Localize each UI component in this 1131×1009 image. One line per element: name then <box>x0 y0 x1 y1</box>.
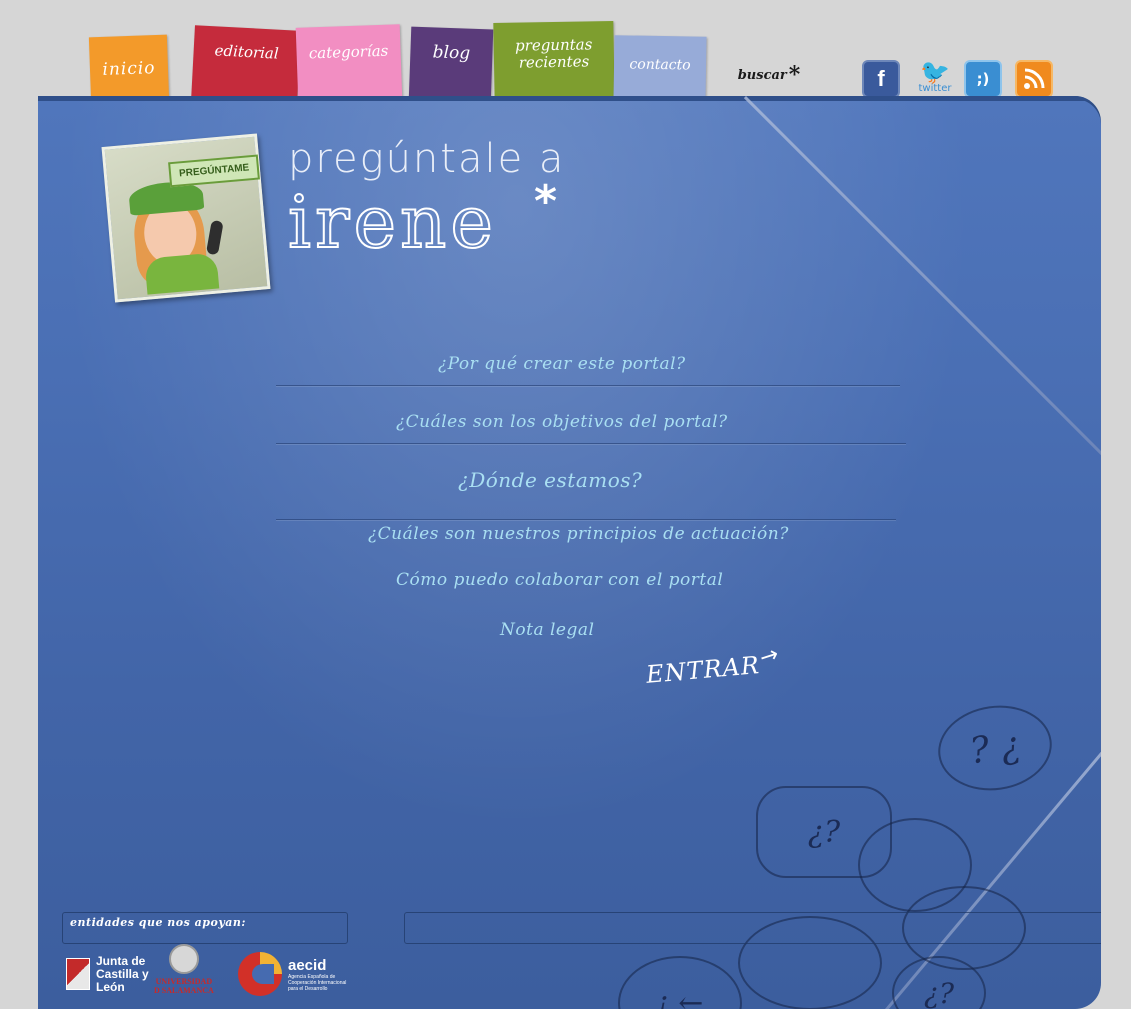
tab-blog-label: blog <box>432 42 471 64</box>
tab-editorial-label: editorial <box>214 41 280 63</box>
divider <box>276 443 906 444</box>
elastic-band-top <box>743 96 1101 480</box>
twitter-label: twitter <box>918 82 952 94</box>
tab-editorial[interactable]: editorial <box>191 25 301 105</box>
twitter-icon[interactable]: 🐦 twitter <box>912 60 958 94</box>
logo-name: irene <box>287 179 498 265</box>
smiley-icon[interactable]: ;) <box>964 60 1002 98</box>
bird-icon: 🐦 <box>920 57 950 86</box>
sponsor-usal-line1: UNIVERSIDAD <box>155 977 213 986</box>
phone-icon <box>205 219 224 256</box>
facebook-icon[interactable]: f <box>862 60 900 98</box>
tab-contacto-label: contacto <box>629 56 691 74</box>
folder-edge <box>38 96 1101 101</box>
menu-link-objetivos[interactable]: ¿Cuáles son los objetivos del portal? <box>396 412 728 432</box>
search-label: buscar <box>737 67 787 83</box>
tab-categorias[interactable]: categorías <box>295 24 403 104</box>
logo-asterisk: * <box>534 176 558 227</box>
footer-frame <box>404 912 1101 944</box>
question-bubble-doodle: ? ¿ <box>932 698 1058 798</box>
facebook-glyph: f <box>877 66 885 91</box>
sponsor-universidad-salamanca[interactable]: UNIVERSIDAD D SALAMANCA <box>154 944 214 1004</box>
logo-tagline: pregúntale a <box>288 136 566 182</box>
tab-preguntas-label-line2: recientes <box>518 52 590 72</box>
sponsors-heading: entidades que nos apoyan: <box>70 916 246 929</box>
exclamation-bubble-doodle: ¡ ← <box>618 956 742 1009</box>
coat-of-arms-icon <box>66 958 90 990</box>
avatar-illustration: PREGÚNTAME <box>101 133 271 303</box>
aecid-logo-icon <box>238 952 282 996</box>
asterisk-icon: * <box>788 62 801 88</box>
avatar-body <box>144 252 220 295</box>
menu-link-donde-estamos[interactable]: ¿Dónde estamos? <box>458 468 642 492</box>
menu-link-nota-legal[interactable]: Nota legal <box>500 620 594 640</box>
rss-glyph <box>1024 68 1045 89</box>
tab-inicio-label: inicio <box>102 58 156 80</box>
tab-contacto[interactable]: contacto <box>613 35 707 103</box>
search-link[interactable]: buscar * <box>722 52 816 98</box>
avatar-sign: PREGÚNTAME <box>168 154 261 188</box>
university-seal-icon <box>168 944 199 974</box>
tab-preguntas-recientes[interactable]: preguntas recientes <box>493 20 615 104</box>
sponsor-aecid[interactable]: aecid Agencia Española de Cooperación In… <box>238 944 348 1004</box>
sponsor-junta-castilla-leon[interactable]: Junta de Castilla y León <box>66 944 166 1004</box>
menu-link-colaborar[interactable]: Cómo puedo colaborar con el portal <box>396 570 723 590</box>
folder-panel: PREGÚNTAME pregúntale a irene * ¿Por qué… <box>38 96 1101 1009</box>
sponsor-aecid-subtitle: Agencia Española de Cooperación Internac… <box>288 973 347 992</box>
smiley-glyph: ;) <box>976 70 990 88</box>
divider <box>276 385 900 386</box>
sponsor-usal-line2: D SALAMANCA <box>154 986 214 995</box>
tab-categorias-label: categorías <box>308 41 389 63</box>
arrow-right-icon: → <box>756 641 782 672</box>
sponsor-aecid-name: aecid <box>288 956 327 974</box>
menu-link-principios[interactable]: ¿Cuáles son nuestros principios de actua… <box>368 524 789 544</box>
tab-inicio[interactable]: inicio <box>88 34 170 104</box>
menu-link-por-que[interactable]: ¿Por qué crear este portal? <box>438 354 686 374</box>
divider <box>276 519 896 520</box>
enter-button[interactable]: ENTRAR <box>645 651 761 689</box>
rss-icon[interactable] <box>1015 60 1053 98</box>
tab-blog[interactable]: blog <box>408 26 494 104</box>
